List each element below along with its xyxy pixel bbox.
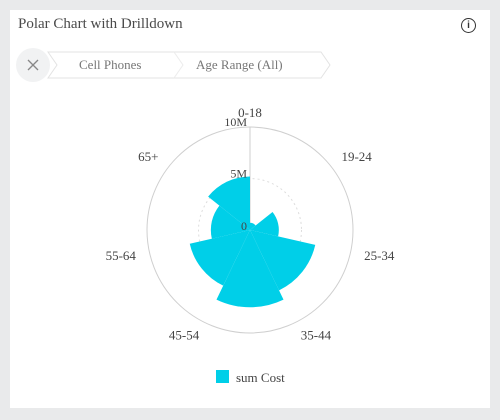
category-label-19-24: 19-24 <box>341 149 372 164</box>
category-label-45-54: 45-54 <box>169 327 200 342</box>
chart-panel: Polar Chart with Drilldown i Cell Phones… <box>10 10 490 408</box>
legend-swatch <box>216 370 229 383</box>
category-label-55-64: 55-64 <box>106 248 137 263</box>
category-label-65+: 65+ <box>138 149 158 164</box>
category-label-0-18: 0-18 <box>238 105 262 120</box>
radial-tick-label: 0 <box>241 219 247 233</box>
polar-chart: 05M10M0-1819-2425-3435-4445-5455-6465+su… <box>106 105 395 385</box>
radial-tick-label: 5M <box>230 167 247 181</box>
legend-label: sum Cost <box>236 370 285 385</box>
category-label-35-44: 35-44 <box>301 327 332 342</box>
category-label-25-34: 25-34 <box>364 248 395 263</box>
